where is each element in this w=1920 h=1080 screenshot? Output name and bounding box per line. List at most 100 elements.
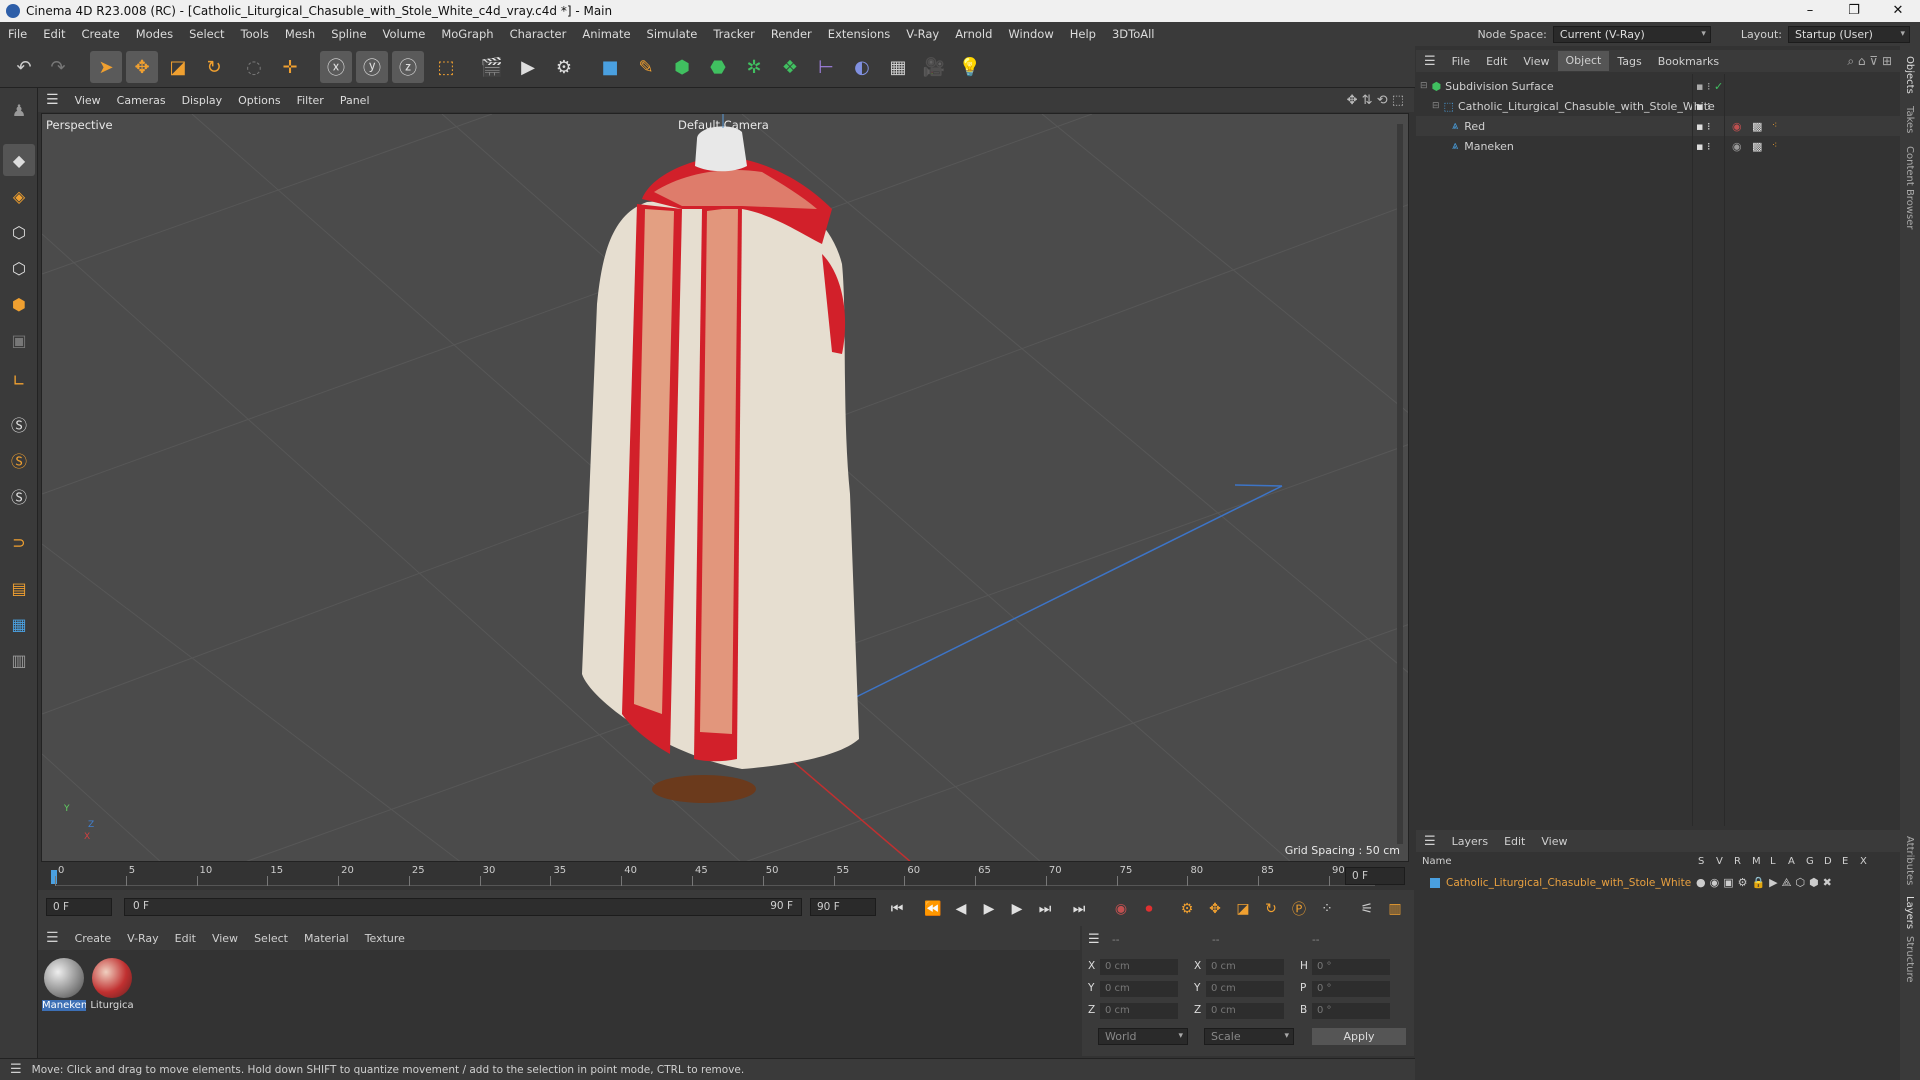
visibility-toggle[interactable]: ▪ ⁝: [1696, 140, 1710, 153]
goto-start-icon[interactable]: ⏮: [886, 898, 908, 920]
prev-keyframe-icon[interactable]: ⏪: [922, 898, 944, 920]
y-axis-lock-icon[interactable]: ⓨ: [356, 51, 388, 83]
layer-color-swatch[interactable]: [1430, 878, 1440, 888]
object-menu-bookmarks[interactable]: Bookmarks: [1650, 55, 1727, 68]
edge-mode-icon[interactable]: ⬡: [3, 252, 35, 284]
rotate-tool-icon[interactable]: ↻: [198, 51, 230, 83]
point-level-key-icon[interactable]: ⁘: [1316, 898, 1338, 920]
menu-spline[interactable]: Spline: [323, 27, 374, 41]
cube-icon[interactable]: ■: [594, 51, 626, 83]
menu-render[interactable]: Render: [763, 27, 820, 41]
material-menu-edit[interactable]: Edit: [167, 932, 204, 945]
next-frame-icon[interactable]: ▶: [1006, 898, 1028, 920]
layer-menu-layers[interactable]: Layers: [1444, 835, 1496, 848]
workplane-icon[interactable]: ▤: [3, 572, 35, 604]
menu-arnold[interactable]: Arnold: [947, 27, 1000, 41]
vray-tag-icon[interactable]: ⁖: [1772, 121, 1777, 131]
viewport-camera-label[interactable]: Default Camera: [678, 118, 769, 132]
menu-mesh[interactable]: Mesh: [277, 27, 323, 41]
texture-mode-icon[interactable]: ◈: [3, 180, 35, 212]
timeline-window-icon[interactable]: ⚟: [1356, 898, 1378, 920]
menu-vray[interactable]: V-Ray: [898, 27, 947, 41]
menu-edit[interactable]: Edit: [35, 27, 73, 41]
rotation-key-icon[interactable]: ↻: [1260, 898, 1282, 920]
axis-mode-icon[interactable]: ∟: [3, 364, 35, 396]
live-selection-icon[interactable]: ◌: [238, 51, 270, 83]
coords-hamburger-icon[interactable]: ☰: [1088, 932, 1100, 947]
material-menu-select[interactable]: Select: [246, 932, 296, 945]
keyframe-selection-icon[interactable]: ⚙: [1176, 898, 1198, 920]
menu-select[interactable]: Select: [181, 27, 232, 41]
viewport-menu-panel[interactable]: Panel: [332, 94, 378, 107]
move-tool-icon[interactable]: ✥: [126, 51, 158, 83]
object-menu-edit[interactable]: Edit: [1478, 55, 1515, 68]
tab-content-browser[interactable]: Content Browser: [1904, 146, 1915, 229]
rotation-b-field[interactable]: 0 °: [1312, 1003, 1390, 1019]
3d-viewport[interactable]: Perspective Default Camera Grid Spacing …: [41, 113, 1409, 862]
size-y-field[interactable]: 0 cm: [1206, 981, 1284, 997]
snap-settings-icon[interactable]: Ⓢ: [3, 444, 35, 476]
layout-dropdown[interactable]: Startup (User): [1788, 25, 1910, 43]
floor-icon[interactable]: ▦: [882, 51, 914, 83]
polygon-mode-icon[interactable]: ⬢: [3, 288, 35, 320]
object-menu-view[interactable]: View: [1515, 55, 1557, 68]
menu-create[interactable]: Create: [74, 27, 128, 41]
size-z-field[interactable]: 0 cm: [1206, 1003, 1284, 1019]
rotation-h-field[interactable]: 0 °: [1312, 959, 1390, 975]
model-mode-icon[interactable]: ◆: [3, 144, 35, 176]
material-menu-material[interactable]: Material: [296, 932, 357, 945]
position-y-field[interactable]: 0 cm: [1100, 981, 1178, 997]
grid-icon[interactable]: ▦: [3, 608, 35, 640]
maximize-button[interactable]: ❐: [1832, 0, 1876, 22]
rotation-p-field[interactable]: 0 °: [1312, 981, 1390, 997]
menu-window[interactable]: Window: [1000, 27, 1061, 41]
camera-icon[interactable]: 🎥: [918, 51, 950, 83]
dope-sheet-icon[interactable]: ▥: [1384, 898, 1406, 920]
material-tag-icon[interactable]: ◉: [1732, 140, 1742, 153]
coordinate-system-icon[interactable]: ⬚: [430, 51, 462, 83]
object-search-filter-icons[interactable]: ⌕ ⌂ ⊽ ⊞: [1847, 54, 1892, 69]
visibility-toggle[interactable]: ▪ ⁝: [1696, 100, 1710, 113]
viewport-navigation-icons[interactable]: ✥ ⇅ ⟲ ⬚: [1347, 93, 1404, 108]
viewport-menu-display[interactable]: Display: [174, 94, 231, 107]
point-mode-icon[interactable]: ⬡: [3, 216, 35, 248]
viewport-hamburger-icon[interactable]: ☰: [38, 92, 67, 108]
menu-help[interactable]: Help: [1062, 27, 1104, 41]
minimize-button[interactable]: –: [1788, 0, 1832, 22]
apply-button[interactable]: Apply: [1312, 1028, 1406, 1045]
render-view-icon[interactable]: 🎬: [476, 51, 508, 83]
quantize-icon[interactable]: Ⓢ: [3, 480, 35, 512]
select-tool-icon[interactable]: ➤: [90, 51, 122, 83]
play-icon[interactable]: ▶: [978, 898, 1000, 920]
field-icon[interactable]: ⊢: [810, 51, 842, 83]
menu-extensions[interactable]: Extensions: [820, 27, 898, 41]
parameter-key-icon[interactable]: Ⓟ: [1288, 898, 1310, 920]
layer-row[interactable]: Catholic_Liturgical_Chasuble_with_Stole_…: [1416, 874, 1900, 892]
frame-range-slider[interactable]: 0 F 90 F: [124, 898, 802, 916]
object-row-maneken[interactable]: ⩓ Maneken ▪ ⁝ ◉ ▩ ⁖: [1416, 136, 1900, 156]
node-space-dropdown[interactable]: Current (V-Ray): [1552, 25, 1711, 43]
menu-modes[interactable]: Modes: [128, 27, 181, 41]
size-x-field[interactable]: 0 cm: [1206, 959, 1284, 975]
menu-tracker[interactable]: Tracker: [705, 27, 763, 41]
scale-key-icon[interactable]: ◪: [1232, 898, 1254, 920]
menu-mograph[interactable]: MoGraph: [433, 27, 501, 41]
menu-volume[interactable]: Volume: [375, 27, 434, 41]
prev-frame-icon[interactable]: ◀: [950, 898, 972, 920]
light-icon[interactable]: 💡: [954, 51, 986, 83]
status-hamburger-icon[interactable]: ☰: [0, 1062, 32, 1077]
menu-animate[interactable]: Animate: [574, 27, 638, 41]
tab-objects[interactable]: Objects: [1904, 56, 1915, 94]
layer-toggle-icons[interactable]: ●◉▣⚙🔒▶⟁⬡⬢✖: [1696, 876, 1836, 890]
viewport-menu-view[interactable]: View: [67, 94, 109, 107]
menu-tools[interactable]: Tools: [233, 27, 277, 41]
subdivision-surface-icon[interactable]: ⬢: [666, 51, 698, 83]
material-tag-icon[interactable]: ◉: [1732, 120, 1742, 133]
viewport-solo-icon[interactable]: ▥: [3, 644, 35, 676]
redo-icon[interactable]: ↷: [42, 51, 74, 83]
tab-layers[interactable]: Layers: [1904, 896, 1915, 929]
magnet-icon[interactable]: ⊃: [3, 526, 35, 558]
viewport-menu-cameras[interactable]: Cameras: [109, 94, 174, 107]
layer-menu-edit[interactable]: Edit: [1496, 835, 1533, 848]
object-hamburger-icon[interactable]: ☰: [1416, 54, 1444, 69]
